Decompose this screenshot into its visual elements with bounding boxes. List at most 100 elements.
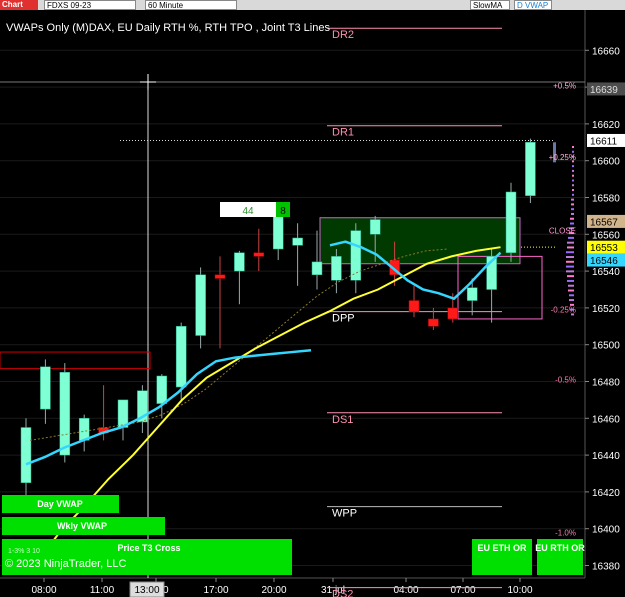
- candle-body[interactable]: [447, 307, 459, 320]
- tpo-bar: [566, 270, 574, 273]
- percent-level-label: +0.5%: [553, 81, 576, 90]
- y-tick-label: 16420: [592, 488, 620, 499]
- indicator-slowma-button[interactable]: SlowMA: [470, 0, 510, 10]
- candle-body[interactable]: [525, 142, 536, 196]
- y-tick-label: 16380: [592, 562, 620, 573]
- x-tick-label: 10:00: [507, 585, 532, 596]
- percent-level-label: CLOSE: [549, 227, 576, 236]
- percent-level-label: -0.5%: [555, 376, 576, 385]
- candle-body[interactable]: [311, 261, 323, 276]
- x-tick-label: 07:00: [450, 585, 475, 596]
- y-tick-label: 16520: [592, 304, 620, 315]
- indicator-dvwap-button[interactable]: D VWAP: [514, 0, 552, 10]
- y-tick-label: 16540: [592, 267, 620, 278]
- percent-level-label: +0.25%: [549, 153, 576, 162]
- period-selector[interactable]: 60 Minute: [145, 0, 237, 10]
- x-tick-label: 17:00: [203, 585, 228, 596]
- candle-body[interactable]: [408, 300, 420, 312]
- price-marker-label: 16553: [590, 243, 618, 254]
- candle-body[interactable]: [40, 366, 51, 410]
- pivot-label: DPP: [332, 313, 355, 325]
- y-tick-label: 16400: [592, 525, 620, 536]
- trade-count-label: 8: [280, 206, 286, 217]
- x-tick-label: 11:00: [90, 585, 115, 596]
- tpo-bar: [568, 289, 574, 292]
- price-marker-label: 16567: [590, 217, 618, 228]
- candle-body[interactable]: [505, 191, 517, 253]
- y-tick-label: 16440: [592, 451, 620, 462]
- candle-body[interactable]: [175, 326, 187, 388]
- indicator-label-text: Day VWAP: [37, 499, 83, 509]
- candle-body[interactable]: [466, 287, 478, 301]
- ninjatrader-chart-window: 16380 16400 16420 16440 16460 16480 16500 16520…: [0, 0, 625, 597]
- pivot-label: DR1: [332, 127, 354, 139]
- tpo-bar: [572, 165, 574, 168]
- x-tick-label: 08:00: [31, 585, 56, 596]
- pivot-label: DS2: [332, 589, 353, 597]
- tpo-bar: [572, 145, 574, 148]
- candle-body[interactable]: [428, 318, 439, 327]
- copyright-label: © 2023 NinjaTrader, LLC: [5, 558, 127, 570]
- candle-body[interactable]: [350, 230, 362, 281]
- pivot-label: DR2: [332, 29, 354, 41]
- candle-body[interactable]: [195, 274, 206, 336]
- tpo-bar: [570, 222, 574, 225]
- tpo-bar: [566, 256, 574, 259]
- percent-level-label: -1.0%: [555, 528, 576, 537]
- tpo-bar: [571, 208, 574, 211]
- tpo-bar: [567, 246, 574, 249]
- chart-toolbar: Chart FDXS 09-23 60 Minute SlowMA D VWAP: [0, 0, 625, 10]
- x-tick-label: 20:00: [261, 585, 286, 596]
- pivot-label: DS1: [332, 414, 353, 426]
- candle-body[interactable]: [78, 418, 90, 441]
- tpo-bar: [571, 198, 574, 201]
- tpo-bar: [570, 217, 574, 220]
- candle-body[interactable]: [253, 252, 265, 257]
- price-marker-label: 16611: [590, 136, 618, 147]
- y-tick-label: 16580: [592, 194, 620, 205]
- candle-body[interactable]: [156, 375, 168, 404]
- y-tick-label: 16620: [592, 120, 620, 131]
- candle-body[interactable]: [292, 237, 303, 246]
- y-tick-label: 16480: [592, 378, 620, 389]
- candle-body[interactable]: [117, 399, 129, 428]
- tpo-bar: [572, 169, 574, 172]
- tpo-bar: [572, 179, 574, 182]
- tpo-bar: [566, 251, 574, 254]
- tpo-bar: [567, 275, 574, 278]
- y-tick-label: 16460: [592, 414, 620, 425]
- candle-body[interactable]: [214, 274, 226, 279]
- price-chart[interactable]: 16380 16400 16420 16440 16460 16480 16500 16520…: [0, 0, 625, 597]
- tpo-bar: [572, 193, 574, 196]
- indicator-label-text: Price T3 Cross: [117, 543, 180, 553]
- candle-body[interactable]: [20, 427, 32, 483]
- x-tick-label: 04:00: [393, 585, 418, 596]
- instrument-selector[interactable]: FDXS 09-23: [44, 0, 136, 10]
- price-marker-label: 16546: [590, 256, 618, 267]
- tpo-bar: [572, 189, 574, 192]
- y-tick-label: 16600: [592, 157, 620, 168]
- indicator-label-text: Wkly VWAP: [57, 521, 107, 531]
- indicator-label-text: EU ETH OR: [477, 543, 527, 553]
- tpo-bar: [566, 260, 574, 263]
- cursor-time-label: 13:00: [134, 585, 159, 596]
- indicator-note: 1-3% 3 10: [8, 548, 40, 555]
- candle-body[interactable]: [369, 219, 381, 235]
- tpo-bar: [571, 212, 574, 215]
- tpo-bar: [566, 265, 574, 268]
- chart-tab[interactable]: Chart: [0, 0, 38, 10]
- chart-title: VWAPs Only (M)DAX, EU Daily RTH %, RTH T…: [6, 22, 330, 34]
- candle-body[interactable]: [59, 372, 71, 456]
- tpo-bar: [571, 203, 574, 206]
- tpo-bar: [568, 284, 574, 287]
- y-tick-label: 16560: [592, 230, 620, 241]
- tpo-bar: [572, 174, 574, 177]
- candle-body[interactable]: [234, 252, 245, 272]
- candle-body[interactable]: [331, 256, 342, 281]
- tpo-bar: [569, 299, 574, 302]
- price-marker-label: 16639: [590, 85, 618, 96]
- indicator-label-text: EU RTH OR: [535, 543, 585, 553]
- candle-body[interactable]: [272, 215, 284, 250]
- tpo-bar: [569, 294, 574, 297]
- y-tick-label: 16500: [592, 341, 620, 352]
